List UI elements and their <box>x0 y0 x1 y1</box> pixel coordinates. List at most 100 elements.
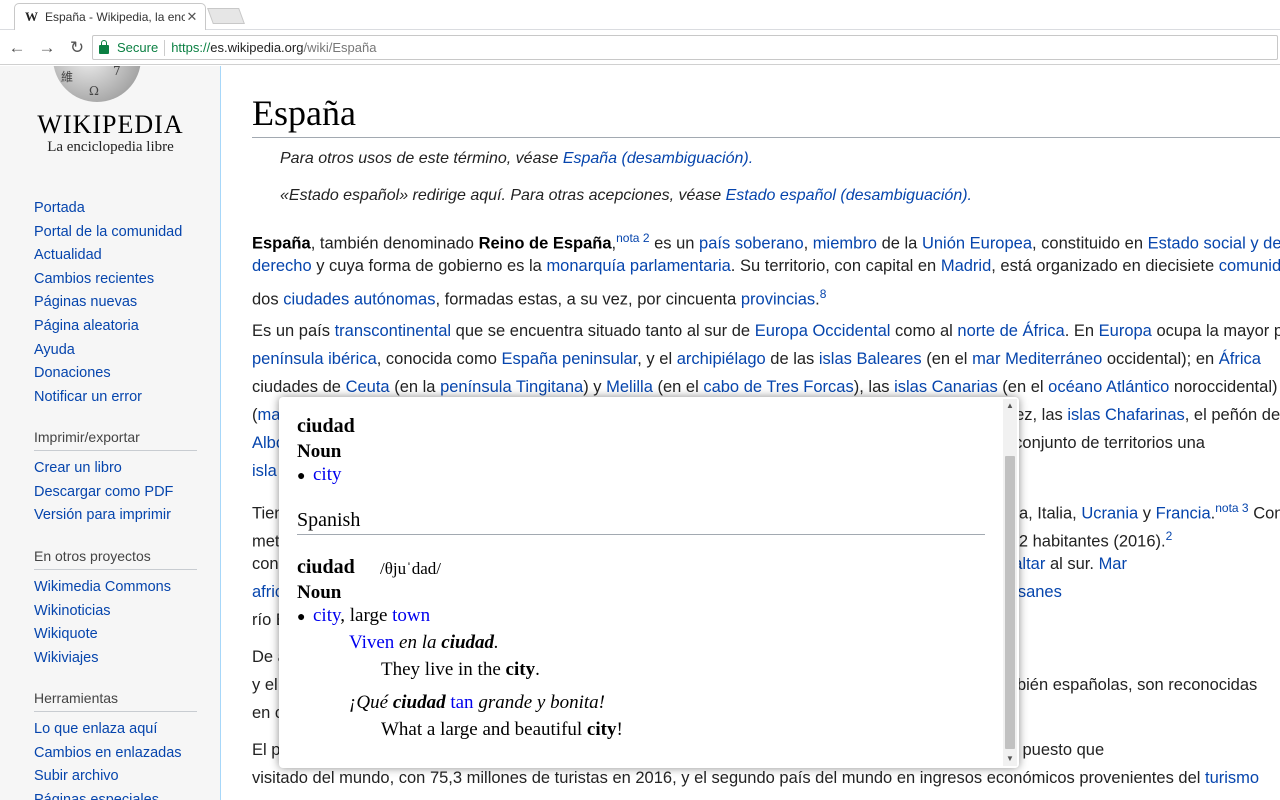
hatnote-text: Para otros usos de este término, véase <box>280 150 563 167</box>
example-link[interactable]: tan <box>450 692 473 713</box>
sidebar-nav-link[interactable]: Actualidad <box>34 244 204 268</box>
omnibox-divider <box>164 39 166 56</box>
definition-link[interactable]: city <box>313 605 340 626</box>
sidebar-tool-link[interactable]: Subir archivo <box>34 765 204 789</box>
article-link[interactable]: mar Mediterráneo <box>972 350 1102 368</box>
article-text: . En <box>1064 322 1099 340</box>
article-link[interactable]: Ucrania <box>1081 505 1138 523</box>
sidebar-project-link[interactable]: Wikimedia Commons <box>34 576 204 600</box>
wikipedia-tagline: La enciclopedia libre <box>47 139 174 155</box>
article-link[interactable]: península ibérica <box>252 350 377 368</box>
sidebar-print-link[interactable]: Crear un libro <box>34 457 204 481</box>
article-text: noroccidental) <box>1169 378 1278 396</box>
sidebar-project-link[interactable]: Wikiviajes <box>34 647 204 671</box>
article-link[interactable]: país soberano <box>699 235 804 253</box>
article-link[interactable]: Europa <box>1099 322 1152 340</box>
example-text: grande y bonita! <box>473 692 605 713</box>
article-link[interactable]: islas Canarias <box>894 378 998 396</box>
browser-tab[interactable]: W España - Wikipedia, la enciclopedia li… <box>14 3 206 30</box>
footnote-ref[interactable]: 8 <box>820 287 827 301</box>
article-text: y cuya forma de gobierno es la <box>311 257 547 275</box>
article-link[interactable]: norte de África <box>957 322 1064 340</box>
article-link[interactable]: isla <box>252 462 277 480</box>
sidebar-nav-link[interactable]: Portal de la comunidad <box>34 221 204 245</box>
article-link[interactable]: océano Atlántico <box>1048 378 1169 396</box>
article-text: ocupa la mayor parte de la <box>1156 322 1280 340</box>
definition-item: ● city <box>297 464 342 486</box>
popup-scrollbar[interactable]: ▲ ▼ <box>1003 399 1017 766</box>
definition-link[interactable]: city <box>313 464 342 485</box>
wikipedia-globe-logo-icon[interactable]: 維 7 Ω <box>53 66 141 102</box>
hatnote: Para otros usos de este término, véase E… <box>280 150 753 168</box>
article-link[interactable]: España peninsular <box>501 350 637 368</box>
footnote-ref[interactable]: 2 <box>1166 529 1173 543</box>
sidebar-tool-link[interactable]: Cambios en enlazadas <box>34 742 204 766</box>
close-tab-icon[interactable]: ✕ <box>185 9 199 25</box>
article-link[interactable]: península Tingitana <box>440 378 583 396</box>
bullet-icon: ● <box>297 610 306 625</box>
translation-text: What a large and beautiful <box>381 719 587 740</box>
article-text: , conocida como <box>376 350 502 368</box>
article-link[interactable]: África <box>1219 350 1261 368</box>
article-link[interactable]: ciudades autónomas <box>283 291 435 309</box>
article-link[interactable]: Unión Europea <box>922 235 1032 253</box>
scrollbar-thumb[interactable] <box>1005 456 1015 749</box>
article-link[interactable]: provincias <box>741 291 815 309</box>
back-button[interactable]: ← <box>4 35 30 61</box>
article-text: ), las <box>853 378 895 396</box>
sidebar-nav-link[interactable]: Notificar un error <box>34 386 204 410</box>
sidebar-nav-link[interactable]: Portada <box>34 197 204 221</box>
article-link[interactable]: Ceuta <box>346 378 390 396</box>
new-tab-button[interactable] <box>207 8 245 24</box>
article-link[interactable]: Mar <box>1099 555 1127 573</box>
sidebar-project-link[interactable]: Wikinoticias <box>34 600 204 624</box>
sidebar-nav-link[interactable]: Página aleatoria <box>34 315 204 339</box>
article-link[interactable]: miembro <box>813 235 877 253</box>
sidebar-project-link[interactable]: Wikiquote <box>34 623 204 647</box>
hatnote-link[interactable]: Estado español (desambiguación). <box>726 187 972 204</box>
dictionary-popup[interactable]: ciudad Noun ● city Spanish ciudad /θjuˈda… <box>279 397 1019 768</box>
article-link[interactable]: Francia <box>1156 505 1211 523</box>
article-link[interactable]: islas Chafarinas <box>1067 406 1184 424</box>
sidebar-tool-link[interactable]: Lo que enlaza aquí <box>34 718 204 742</box>
reload-button[interactable]: ↻ <box>64 35 90 61</box>
article-text: ciudades de <box>252 378 346 396</box>
article-link[interactable]: Europa Occidental <box>755 322 891 340</box>
article-link[interactable]: Melilla <box>606 378 653 396</box>
scroll-down-icon[interactable]: ▼ <box>1003 752 1017 766</box>
article-link[interactable]: Madrid <box>941 257 991 275</box>
example-link[interactable]: Viven <box>349 632 394 653</box>
wikipedia-wordmark[interactable]: WIKIPEDIA <box>0 110 220 140</box>
article-text: (en la <box>389 378 441 396</box>
browser-tab-strip: W España - Wikipedia, la enciclopedia li… <box>0 0 1280 30</box>
part-of-speech: Noun <box>297 441 342 462</box>
article-link[interactable]: transcontinental <box>335 322 452 340</box>
sidebar-print-link[interactable]: Versión para imprimir <box>34 504 204 528</box>
hatnote-link[interactable]: España (desambiguación). <box>563 150 753 167</box>
article-link[interactable]: derecho <box>252 257 312 275</box>
article-link[interactable]: cabo de Tres Forcas <box>703 378 853 396</box>
sidebar-nav-link[interactable]: Cambios recientes <box>34 268 204 292</box>
article-line: visitado del mundo, con 75,3 millones de… <box>252 764 1280 792</box>
address-bar[interactable]: Secure https://es.wikipedia.org/wiki/Esp… <box>92 35 1278 60</box>
sidebar-tool-link[interactable]: Páginas especiales <box>34 789 204 800</box>
article-link[interactable]: turismo <box>1205 769 1259 787</box>
scroll-up-icon[interactable]: ▲ <box>1003 399 1017 413</box>
page-title: España <box>252 93 356 133</box>
sidebar-nav-link[interactable]: Donaciones <box>34 362 204 386</box>
sidebar-nav-link[interactable]: Páginas nuevas <box>34 291 204 315</box>
article-link[interactable]: archipiélago <box>677 350 766 368</box>
footnote-ref[interactable]: nota 2 <box>616 231 649 245</box>
forward-button[interactable]: → <box>34 35 60 61</box>
article-link[interactable]: Estado social y democrático de <box>1148 235 1280 253</box>
definition-link[interactable]: town <box>392 605 430 626</box>
footnote-ref[interactable]: nota 3 <box>1215 501 1248 515</box>
article-link[interactable]: islas Baleares <box>819 350 922 368</box>
example-text: . <box>494 632 499 653</box>
sidebar: 維 7 Ω WIKIPEDIA La enciclopedia libre Po… <box>0 66 221 800</box>
print-portlet-header: Imprimir/exportar <box>34 429 197 451</box>
article-link[interactable]: monarquía parlamentaria <box>546 257 730 275</box>
sidebar-print-link[interactable]: Descargar como PDF <box>34 481 204 505</box>
sidebar-nav-link[interactable]: Ayuda <box>34 339 204 363</box>
article-link[interactable]: comunidades autónomas <box>1219 257 1280 275</box>
